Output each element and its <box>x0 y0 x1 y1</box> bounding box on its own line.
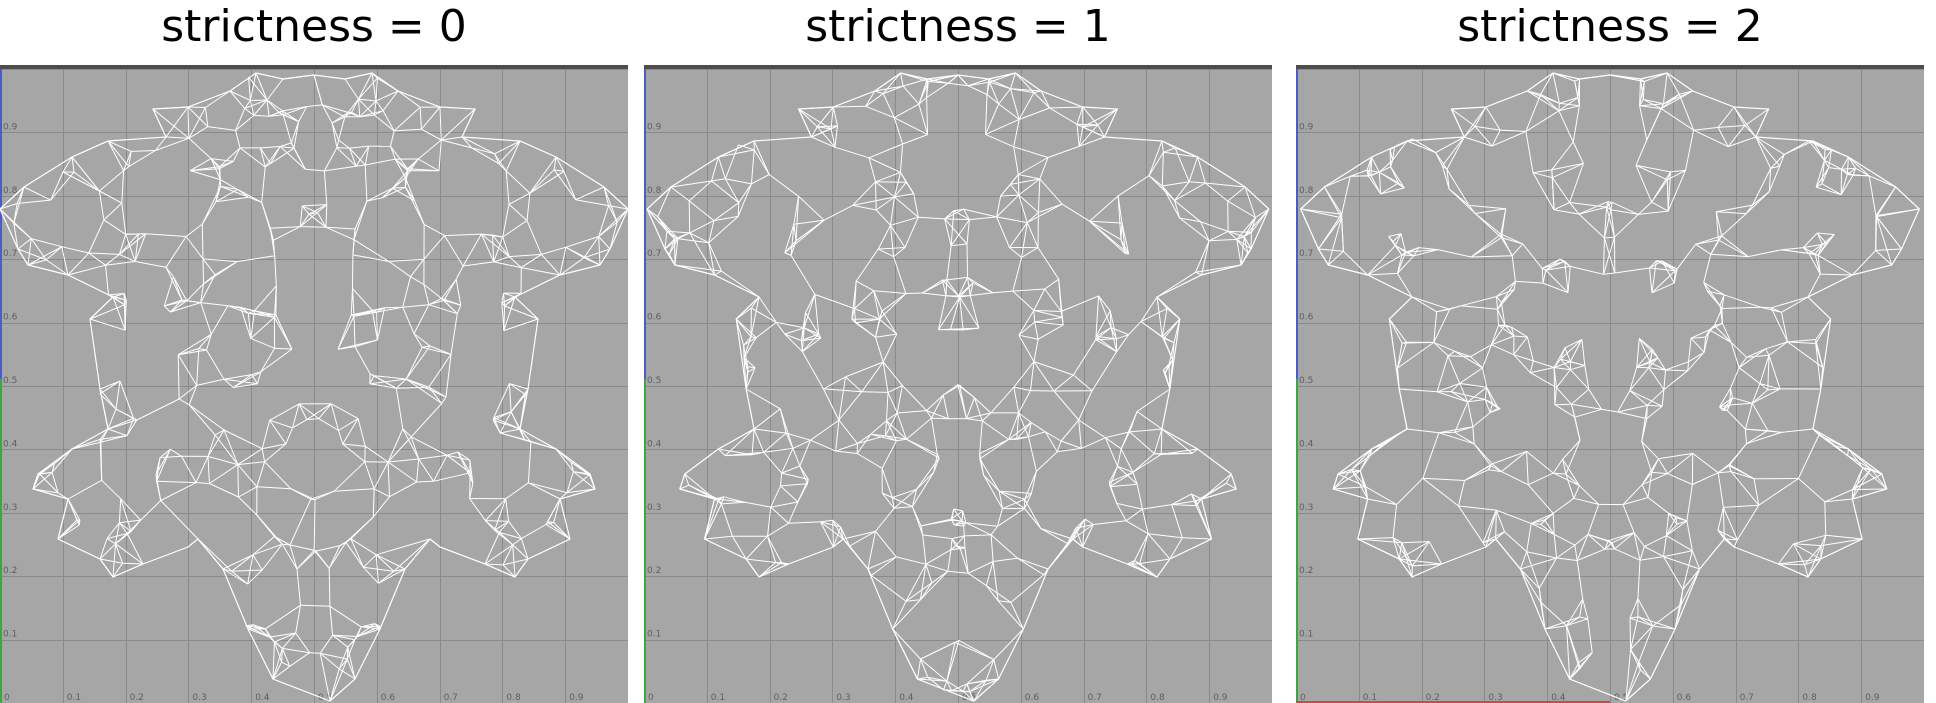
v-tick-label: 0.7 <box>1299 249 1313 259</box>
v-tick-label: 0.5 <box>3 376 17 386</box>
v-tick-label: 0.4 <box>1299 439 1314 449</box>
uv-grid-and-mesh: 0 0.1 0.2 0.3 0.4 0.5 0.6 0.7 0.8 0.9 0.1 0.2 0.3 0.4… <box>0 69 628 703</box>
u-tick-label: 0.6 <box>1677 693 1692 703</box>
v-tick-label: 0.4 <box>3 439 18 449</box>
panel-strictness-1: strictness = 1 0 0.1 0.2 0.3 0.4 0.5 0.6 0.7 0.8… <box>644 0 1272 703</box>
v-tick-label: 0.2 <box>3 566 17 576</box>
v-tick-label: 0.7 <box>3 249 17 259</box>
u-tick-label: 0.8 <box>1802 693 1817 703</box>
u-tick-label: 0.1 <box>67 693 81 703</box>
u-tick-label: 0 <box>1300 693 1306 703</box>
u-tick-label: 0.8 <box>506 693 521 703</box>
v-tick-label: 0.4 <box>647 439 662 449</box>
u-tick-label: 0.7 <box>1740 693 1754 703</box>
uv-viewport[interactable]: 0 0.1 0.2 0.3 0.4 0.5 0.6 0.7 0.8 0.9 0.1 0.2 0.3 0.4… <box>1296 65 1924 703</box>
u-tick-label: 0.3 <box>1488 693 1502 703</box>
u-tick-label: 0.9 <box>1865 693 1880 703</box>
u-tick-label: 0.2 <box>1426 693 1440 703</box>
v-tick-label: 0.3 <box>1299 503 1313 513</box>
v-tick-label: 0.1 <box>3 630 17 640</box>
u-tick-label: 0.6 <box>1025 693 1040 703</box>
v-tick-label: 0.7 <box>647 249 661 259</box>
v-tick-label: 0.1 <box>1299 630 1313 640</box>
panel-title: strictness = 2 <box>1457 1 1763 52</box>
uv-viewport[interactable]: 0 0.1 0.2 0.3 0.4 0.5 0.6 0.7 0.8 0.9 0.1 0.2 0.3 0.4… <box>644 65 1272 703</box>
u-tick-label: 0.4 <box>899 693 914 703</box>
u-tick-label: 0.7 <box>1088 693 1102 703</box>
u-tick-label: 0.2 <box>774 693 788 703</box>
uv-grid <box>0 69 628 703</box>
panel-strictness-2: strictness = 2 0 0.1 0.2 0.3 0.4 0.5 0.6 0.7 0.8… <box>1296 0 1924 703</box>
u-tick-label: 0.2 <box>130 693 144 703</box>
u-tick-label: 0.6 <box>381 693 396 703</box>
u-tick-label: 0.8 <box>1150 693 1165 703</box>
v-tick-label: 0.2 <box>647 566 661 576</box>
panel-strictness-0: strictness = 0 0 0.1 0.2 0.3 0.4 0.5 0.6 0.7 0.8… <box>0 0 628 703</box>
v-tick-label: 0.1 <box>647 630 661 640</box>
panel-title: strictness = 0 <box>161 1 467 52</box>
v-tick-label: 0.5 <box>647 376 661 386</box>
u-tick-label: 0.3 <box>192 693 206 703</box>
uv-grid-and-mesh: 0 0.1 0.2 0.3 0.4 0.5 0.6 0.7 0.8 0.9 0.1 0.2 0.3 0.4… <box>1296 69 1924 703</box>
u-tick-label: 0.3 <box>836 693 850 703</box>
u-tick-label: 0.9 <box>1213 693 1228 703</box>
u-tick-label: 0 <box>4 693 10 703</box>
v-tick-label: 0.2 <box>1299 566 1313 576</box>
u-tick-label: 0.4 <box>1551 693 1566 703</box>
uv-viewport[interactable]: 0 0.1 0.2 0.3 0.4 0.5 0.6 0.7 0.8 0.9 0.1 0.2 0.3 0.4… <box>0 65 628 703</box>
v-tick-label: 0.5 <box>1299 376 1313 386</box>
u-tick-label: 0.9 <box>569 693 584 703</box>
v-tick-label: 0.8 <box>1299 186 1314 196</box>
u-tick-label: 0.1 <box>1363 693 1377 703</box>
v-tick-label: 0.6 <box>1299 313 1314 323</box>
uv-grid-and-mesh: 0 0.1 0.2 0.3 0.4 0.5 0.6 0.7 0.8 0.9 0.1 0.2 0.3 0.4… <box>644 69 1272 703</box>
v-tick-label: 0.9 <box>3 122 18 132</box>
v-tick-label: 0.9 <box>1299 122 1314 132</box>
v-tick-label: 0.3 <box>3 503 17 513</box>
v-tick-label: 0.9 <box>647 122 662 132</box>
v-tick-label: 0.6 <box>647 313 662 323</box>
u-tick-label: 0.4 <box>255 693 270 703</box>
u-tick-label: 0.1 <box>711 693 725 703</box>
panel-title: strictness = 1 <box>805 1 1111 52</box>
v-tick-label: 0.3 <box>647 503 661 513</box>
v-tick-label: 0.8 <box>647 186 662 196</box>
u-tick-label: 0 <box>648 693 654 703</box>
u-tick-label: 0.7 <box>444 693 458 703</box>
v-tick-label: 0.6 <box>3 313 18 323</box>
